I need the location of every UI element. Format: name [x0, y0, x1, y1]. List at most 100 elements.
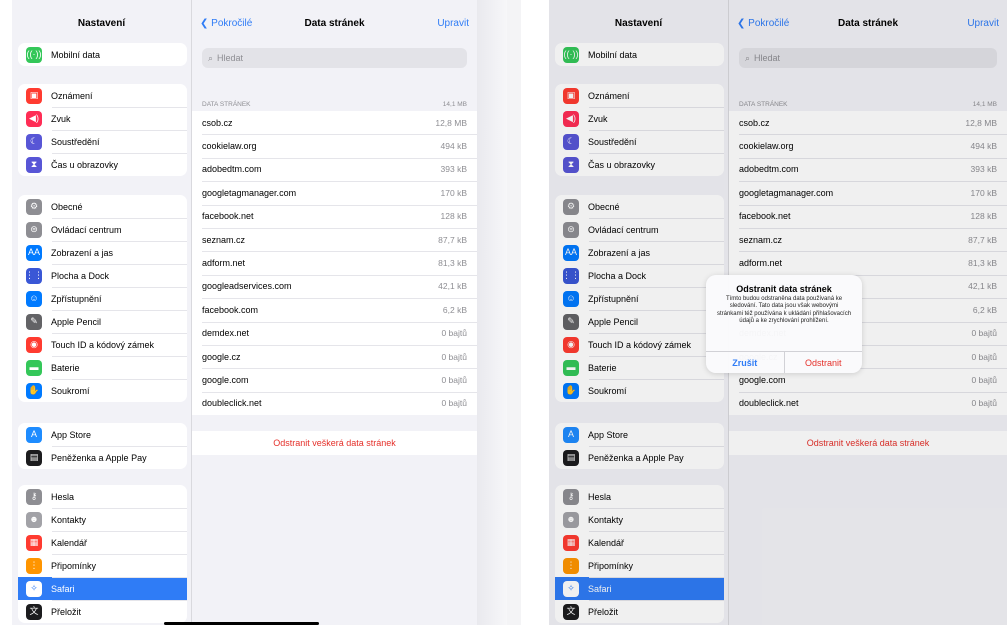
page-title: Data stránek — [837, 18, 899, 29]
list-item[interactable]: adform.net 81,3 kB — [729, 251, 1007, 274]
site-domain: adform.net — [202, 258, 246, 269]
site-domain: cookielaw.org — [202, 141, 257, 152]
sidebar-item[interactable]: ◉ Touch ID a kódový zámek — [18, 333, 187, 356]
list-item[interactable]: facebook.com 6,2 kB — [192, 298, 477, 321]
sidebar-item[interactable]: ⧗ Čas u obrazovky — [18, 153, 187, 176]
moon-icon: ☾ — [563, 133, 579, 150]
sidebar-item[interactable]: ▬ Baterie — [18, 356, 187, 379]
sidebar-item-label: Kontakty — [588, 514, 624, 525]
list-item[interactable]: google.com 0 bajtů — [192, 368, 477, 391]
sidebar-item[interactable]: ▤ Peněženka a Apple Pay — [555, 446, 724, 469]
sidebar-item[interactable]: ▦ Kalendář — [555, 531, 724, 554]
sidebar-item[interactable]: ◀) Zvuk — [555, 107, 724, 130]
sidebar-item[interactable]: ▣ Oznámení — [18, 84, 187, 107]
list-item[interactable]: csob.cz 12,8 MB — [729, 111, 1007, 134]
sidebar-item[interactable]: ((·)) Mobilní data — [18, 43, 187, 66]
gear-icon: ⚙ — [26, 198, 42, 215]
list-item[interactable]: demdex.net 0 bajtů — [192, 321, 477, 345]
sidebar-item[interactable]: ✧ Safari — [18, 577, 187, 600]
notification-icon: ▣ — [26, 87, 42, 104]
sidebar-item[interactable]: 文 Přeložit — [555, 600, 724, 623]
list-item[interactable]: doubleclick.net 0 bajtů — [192, 391, 477, 415]
sidebar-item[interactable]: ⚷ Hesla — [18, 485, 187, 508]
search-icon: ⌕ — [208, 52, 214, 63]
site-domain: csob.cz — [202, 117, 233, 128]
sidebar-item[interactable]: ☻ Kontakty — [555, 508, 724, 531]
navigation-bar: ❮ Pokročilé Data stránek Upravit — [192, 18, 477, 42]
list-item[interactable]: adobedtm.com 393 kB — [729, 157, 1007, 181]
sidebar-item[interactable]: ☾ Soustředění — [555, 130, 724, 153]
list-item[interactable]: cookielaw.org 494 kB — [729, 134, 1007, 157]
sidebar-item[interactable]: ⊜ Ovládací centrum — [555, 218, 724, 241]
sidebar-item[interactable]: ◉ Touch ID a kódový zámek — [555, 333, 724, 356]
list-item[interactable]: csob.cz 12,8 MB — [192, 111, 477, 134]
sidebar-item-label: Ovládací centrum — [588, 224, 659, 235]
edit-button[interactable]: Upravit — [437, 18, 469, 29]
sidebar-item[interactable]: A App Store — [555, 423, 724, 446]
search-input[interactable]: ⌕ Hledat — [739, 48, 997, 68]
list-item[interactable]: googletagmanager.com 170 kB — [729, 181, 1007, 204]
list-item[interactable]: facebook.net 128 kB — [729, 204, 1007, 228]
site-domain: google.com — [739, 374, 786, 385]
sidebar-item[interactable]: ☺ Zpřístupnění — [18, 287, 187, 310]
site-domain: adobedtm.com — [739, 164, 799, 175]
sidebar-item[interactable]: ⚙ Obecné — [555, 195, 724, 218]
sidebar-item[interactable]: ▬ Baterie — [555, 356, 724, 379]
sidebar-item[interactable]: ✋ Soukromí — [18, 379, 187, 402]
site-size: 87,7 kB — [438, 234, 467, 245]
search-input[interactable]: ⌕ Hledat — [202, 48, 467, 68]
list-item[interactable]: adobedtm.com 393 kB — [192, 157, 477, 181]
list-item[interactable]: googletagmanager.com 170 kB — [192, 181, 477, 204]
cancel-button[interactable]: Zrušit — [706, 352, 785, 373]
edit-button[interactable]: Upravit — [967, 18, 999, 29]
sidebar-item[interactable]: AA Zobrazení a jas — [18, 241, 187, 264]
sidebar-item-label: Soustředění — [51, 136, 100, 147]
remove-all-data-button[interactable]: Odstranit veškerá data stránek — [729, 431, 1007, 455]
list-item[interactable]: adform.net 81,3 kB — [192, 251, 477, 274]
remove-all-data-button[interactable]: Odstranit veškerá data stránek — [192, 431, 477, 455]
sidebar-item-label: Ovládací centrum — [51, 224, 122, 235]
alert-message: Tímto budou odstraněna data používaná ke… — [716, 296, 852, 324]
list-item[interactable]: cookielaw.org 494 kB — [192, 134, 477, 157]
sidebar-item-label: Apple Pencil — [588, 316, 639, 327]
site-size: 12,8 MB — [965, 117, 997, 128]
sidebar-item[interactable]: A App Store — [18, 423, 187, 446]
site-domain: demdex.net — [202, 328, 250, 339]
sidebar-item[interactable]: ☻ Kontakty — [18, 508, 187, 531]
list-item[interactable]: google.cz 0 bajtů — [192, 344, 477, 368]
list-item[interactable]: seznam.cz 87,7 kB — [729, 227, 1007, 251]
website-list: csob.cz 12,8 MB cookielaw.org 494 kB adobedt… — [192, 111, 477, 416]
sidebar-item[interactable]: ⧗ Čas u obrazovky — [555, 153, 724, 176]
sidebar-item[interactable]: ⋮ Připomínky — [555, 554, 724, 577]
sidebar-item[interactable]: ⚙ Obecné — [18, 195, 187, 218]
sidebar-item[interactable]: ✎ Apple Pencil — [18, 310, 187, 333]
sidebar-item-label: Peněženka a Apple Pay — [51, 452, 147, 463]
sidebar-item[interactable]: ☺ Zpřístupnění — [555, 287, 724, 310]
sidebar-item[interactable]: ⚷ Hesla — [555, 485, 724, 508]
sidebar-item[interactable]: ☾ Soustředění — [18, 130, 187, 153]
sidebar-item[interactable]: 文 Přeložit — [18, 600, 187, 623]
list-item[interactable]: seznam.cz 87,7 kB — [192, 227, 477, 251]
confirm-delete-button[interactable]: Odstranit — [785, 352, 863, 373]
sidebar-item[interactable]: ⊜ Ovládací centrum — [18, 218, 187, 241]
sidebar-item[interactable]: ▣ Oznámení — [555, 84, 724, 107]
sidebar-item[interactable]: ⋮ Připomínky — [18, 554, 187, 577]
key-icon: ⚷ — [563, 488, 579, 505]
sidebar-item[interactable]: ▦ Kalendář — [18, 531, 187, 554]
sidebar-item[interactable]: ✧ Safari — [555, 577, 724, 600]
accessibility-icon: ☺ — [26, 290, 42, 307]
list-item[interactable]: googleadservices.com 42,1 kB — [192, 274, 477, 298]
sidebar-item[interactable]: ((·)) Mobilní data — [555, 43, 724, 66]
sidebar-item[interactable]: ✎ Apple Pencil — [555, 310, 724, 333]
sidebar-item[interactable]: ⋮⋮ Plocha a Dock — [555, 264, 724, 287]
battery-icon: ▬ — [26, 359, 42, 376]
sidebar-item[interactable]: AA Zobrazení a jas — [555, 241, 724, 264]
list-item[interactable]: doubleclick.net 0 bajtů — [729, 391, 1007, 415]
list-item[interactable]: facebook.net 128 kB — [192, 204, 477, 228]
sidebar-item[interactable]: ✋ Soukromí — [555, 379, 724, 402]
sidebar-item[interactable]: ⋮⋮ Plocha a Dock — [18, 264, 187, 287]
site-size: 6,2 kB — [972, 304, 997, 315]
sidebar-item[interactable]: ▤ Peněženka a Apple Pay — [18, 446, 187, 469]
sidebar-item-label: Kalendář — [51, 537, 88, 548]
sidebar-item[interactable]: ◀) Zvuk — [18, 107, 187, 130]
